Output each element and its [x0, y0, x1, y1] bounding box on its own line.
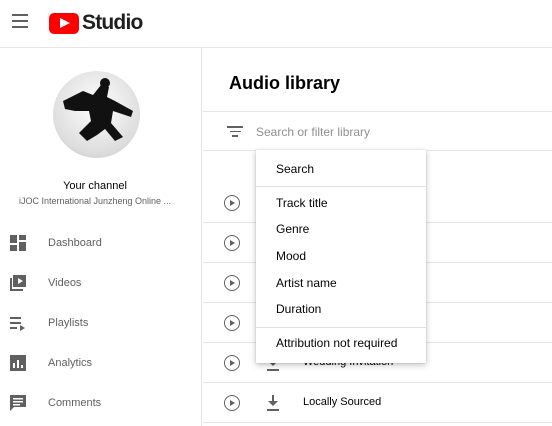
menu-item-label: Duration — [276, 302, 322, 316]
sidebar-item-label: Comments — [48, 397, 102, 409]
menu-item-search[interactable]: Search — [256, 156, 426, 182]
table-row[interactable]: Locally Sourced — [203, 383, 552, 423]
sidebar: Your channel iJOC International Junzheng… — [0, 49, 202, 426]
brand-name: Studio — [82, 11, 143, 34]
page-title: Audio library — [229, 73, 341, 93]
menu-divider — [256, 186, 426, 187]
menu-item-label: Genre — [276, 222, 310, 236]
menu-item-label: Track title — [276, 196, 328, 210]
filter-icon[interactable] — [227, 126, 243, 138]
play-icon[interactable] — [224, 275, 240, 291]
dashboard-icon — [10, 235, 26, 251]
studio-logo[interactable]: Studio — [49, 11, 143, 34]
sidebar-item-label: Videos — [48, 277, 82, 289]
filter-input[interactable] — [256, 122, 516, 142]
channel-name: iJOC International Junzheng Online ... — [18, 196, 172, 206]
sidebar-item-dashboard[interactable]: Dashboard — [0, 223, 202, 263]
menu-item-genre[interactable]: Genre — [256, 216, 426, 242]
play-icon[interactable] — [224, 195, 240, 211]
sidebar-item-label: Analytics — [48, 357, 93, 369]
hamburger-menu-icon[interactable] — [12, 14, 28, 28]
filter-bar — [203, 111, 552, 151]
track-title: Locally Sourced — [303, 396, 382, 408]
play-icon[interactable] — [224, 235, 240, 251]
menu-divider — [256, 327, 426, 328]
menu-item-artist-name[interactable]: Artist name — [256, 270, 426, 296]
sidebar-item-comments[interactable]: Comments — [0, 383, 202, 423]
menu-item-mood[interactable]: Mood — [256, 243, 426, 269]
sidebar-item-analytics[interactable]: Analytics — [0, 343, 202, 383]
channel-avatar[interactable] — [53, 71, 140, 158]
menu-item-track-title[interactable]: Track title — [256, 190, 426, 216]
play-icon[interactable] — [224, 395, 240, 411]
playlists-icon — [10, 317, 25, 331]
analytics-icon — [10, 355, 26, 371]
play-icon[interactable] — [224, 315, 240, 331]
menu-item-label: Attribution not required — [276, 336, 398, 350]
videos-icon — [10, 275, 26, 291]
top-header: Studio — [0, 0, 552, 48]
download-icon[interactable] — [267, 395, 279, 411]
sidebar-item-videos[interactable]: Videos — [0, 263, 202, 303]
comments-icon — [10, 395, 26, 411]
menu-item-label: Mood — [276, 249, 307, 263]
play-icon[interactable] — [224, 355, 240, 371]
menu-item-duration[interactable]: Duration — [256, 296, 426, 322]
menu-item-attribution-not-required[interactable]: Attribution not required — [256, 330, 426, 356]
channel-title: Your channel — [63, 180, 127, 192]
sidebar-item-label: Playlists — [48, 317, 89, 329]
menu-item-label: Search — [276, 162, 315, 176]
filter-dropdown-menu: Search Track title Genre Mood Artist nam… — [256, 150, 426, 363]
menu-item-label: Artist name — [276, 276, 337, 290]
sidebar-item-label: Dashboard — [48, 237, 102, 249]
martial-artist-silhouette-icon — [63, 78, 133, 141]
sidebar-item-playlists[interactable]: Playlists — [0, 303, 202, 343]
youtube-logo-icon — [49, 12, 79, 34]
